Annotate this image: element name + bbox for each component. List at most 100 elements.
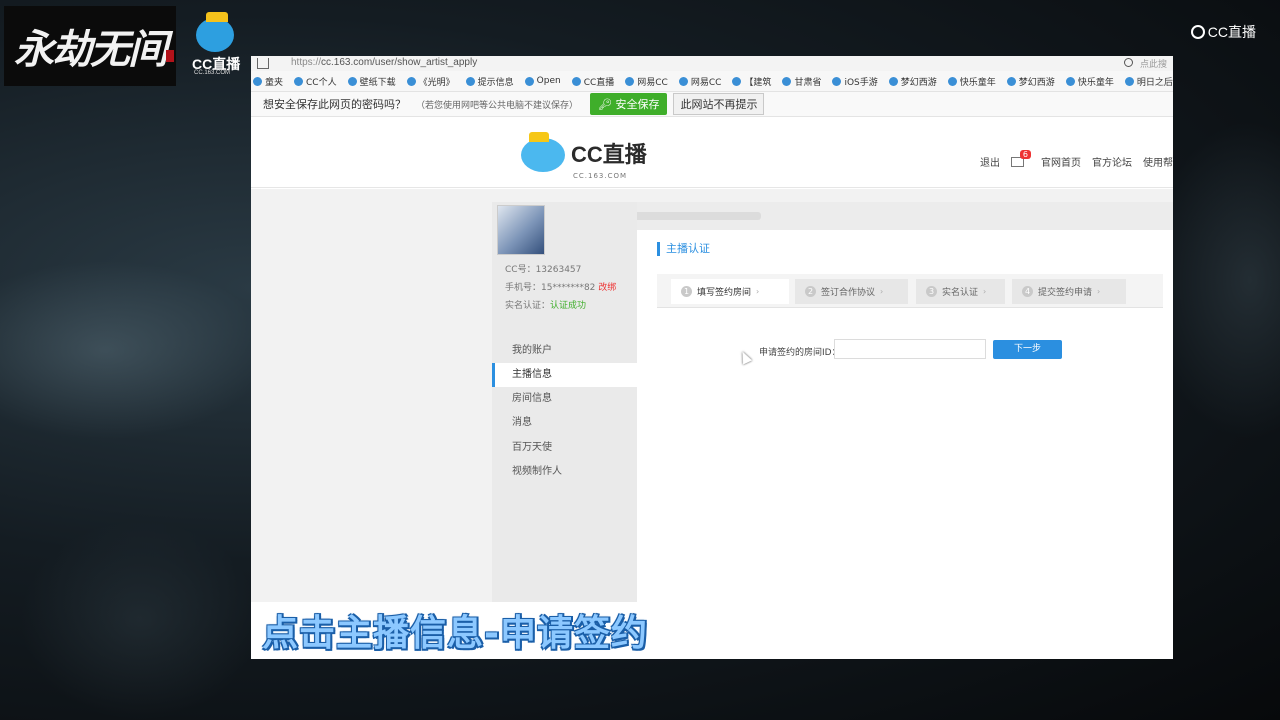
password-save-bar: 想安全保存此网页的密码吗？ （若您使用网吧等公共电脑不建议保存） 🔑︎ 安全保存…: [251, 92, 1173, 117]
chevron-right-icon: ›: [880, 287, 884, 296]
step-number: 3: [926, 286, 937, 297]
sidebar-item-video-maker[interactable]: 视频制作人: [492, 460, 637, 484]
cc-mascot-icon: [521, 132, 565, 172]
bookmark-label: 提示信息: [477, 77, 514, 88]
sidebar-item-messages[interactable]: 消息: [492, 411, 637, 435]
progress-steps: 1 填写签约房间 › 2 签订合作协议 › 3 实名认证 › 4 提交签约申请 …: [657, 274, 1163, 308]
step-3: 3 实名认证 ›: [916, 279, 1005, 304]
site-logo-text: CC直播: [571, 142, 647, 167]
bookmark-favicon-icon: [832, 76, 842, 86]
browser-window: https://cc.163.com/user/show_artist_appl…: [251, 56, 1173, 659]
next-step-button[interactable]: 下一步: [993, 340, 1062, 359]
address-bar[interactable]: https://cc.163.com/user/show_artist_appl…: [251, 56, 1173, 71]
bookmark-item[interactable]: 【建筑: [732, 75, 771, 88]
forum-link[interactable]: 官方论坛: [1092, 154, 1132, 169]
bookmark-label: 梦幻西游: [1018, 77, 1055, 88]
bookmark-item[interactable]: 甘肃省: [782, 75, 821, 88]
bookmark-label: 明日之后: [1136, 77, 1173, 88]
bookmarks-bar: 童夹 CC个人 壁纸下载 《光明》 提示信息 Open CC直播 网易CC 网易CC 【建筑 甘肃省…: [251, 71, 1173, 92]
backdrop-glow: [20, 520, 260, 720]
bookmark-favicon-icon: [347, 76, 357, 86]
bookmark-label: 快乐童年: [959, 77, 996, 88]
chevron-right-icon: ›: [1097, 287, 1101, 296]
bookmark-item[interactable]: 梦幻西游: [1006, 75, 1055, 88]
bookmark-label: 壁纸下载: [359, 77, 396, 88]
bookmark-favicon-icon: [253, 76, 262, 86]
sidebar-item-account[interactable]: 我的账户: [492, 339, 637, 363]
step-4: 4 提交签约申请 ›: [1012, 279, 1126, 304]
bookmark-item[interactable]: 壁纸下载: [347, 75, 396, 88]
phone-number: 手机号：15*******82: [505, 283, 596, 293]
bookmark-item[interactable]: 快乐童年: [1065, 75, 1114, 88]
mail-count-badge: 6: [1019, 149, 1031, 159]
cc-mascot-icon: [196, 18, 234, 52]
never-remind-button[interactable]: 此网站不再提示: [673, 93, 765, 115]
step-label: 提交签约申请: [1038, 288, 1093, 298]
bookmark-favicon-icon: [406, 76, 416, 86]
bookmark-item[interactable]: 快乐童年: [947, 75, 996, 88]
logout-link[interactable]: 退出: [980, 154, 1000, 169]
save-password-button[interactable]: 🔑︎ 安全保存: [590, 93, 668, 115]
bookmark-item[interactable]: CC个人: [294, 75, 337, 88]
sidebar-item-room-info[interactable]: 房间信息: [492, 387, 637, 411]
search-icon[interactable]: [1124, 58, 1133, 67]
avatar[interactable]: [497, 205, 545, 255]
bookmark-item[interactable]: 明日之后: [1124, 75, 1173, 88]
bookmark-item[interactable]: iOS手游: [832, 75, 878, 88]
save-password-label: 安全保存: [615, 98, 660, 111]
bookmark-favicon-icon: [947, 76, 957, 86]
bookmark-label: Open: [536, 76, 561, 86]
backdrop-glow: [0, 260, 270, 440]
site-logo-sub: CC.163.COM: [573, 172, 628, 180]
cc-corner-logo: CC直播 CC.163.COM: [190, 12, 242, 76]
bookmark-label: CC直播: [583, 77, 615, 88]
cc-id: CC号：13263457: [505, 265, 582, 275]
home-link[interactable]: 官网首页: [1041, 154, 1081, 169]
watermark-text: CC直播: [1207, 24, 1256, 40]
sidebar-item-angels[interactable]: 百万天使: [492, 436, 637, 460]
crown-icon: [529, 132, 549, 142]
bookmark-label: 甘肃省: [794, 77, 822, 88]
bookmark-favicon-icon: [1065, 76, 1075, 86]
bookmark-label: 【建筑: [744, 77, 772, 88]
step-label: 实名认证: [942, 288, 979, 298]
bookmark-favicon-icon: [782, 76, 792, 86]
site-logo[interactable]: CC直播 CC.163.COM: [521, 132, 647, 180]
home-icon[interactable]: [257, 58, 269, 69]
bookmark-favicon-icon: [678, 76, 688, 86]
step-label: 签订合作协议: [821, 288, 876, 298]
site-nav: 退出 6 官网首页 官方论坛 使用帮: [980, 149, 1173, 169]
bookmark-favicon-icon: [524, 76, 534, 86]
search-hint[interactable]: 点此搜: [1140, 57, 1167, 70]
mail-icon[interactable]: 6: [1011, 149, 1031, 167]
step-1: 1 填写签约房间 ›: [671, 279, 789, 304]
bookmark-item[interactable]: 童夹: [253, 75, 283, 88]
step-2: 2 签订合作协议 ›: [795, 279, 908, 304]
bookmark-label: 梦幻西游: [900, 77, 937, 88]
bookmark-item[interactable]: 网易CC: [625, 75, 668, 88]
bookmark-item[interactable]: 梦幻西游: [888, 75, 937, 88]
bookmark-item[interactable]: CC直播: [571, 75, 615, 88]
cc-corner-sub: CC.163.COM: [194, 70, 231, 76]
phone-edit-link[interactable]: 改绑: [598, 283, 616, 293]
crown-icon: [206, 12, 228, 22]
url-text[interactable]: https://cc.163.com/user/show_artist_appl…: [291, 57, 477, 68]
url-path: cc.163.com/user/show_artist_apply: [321, 57, 478, 68]
site-header: CC直播 CC.163.COM 退出 6 官网首页 官方论坛 使用帮: [251, 118, 1173, 188]
bookmark-item[interactable]: 《光明》: [406, 75, 455, 88]
url-scheme: https://: [291, 57, 322, 68]
room-id-input[interactable]: [834, 339, 986, 359]
sidebar-item-streamer-info[interactable]: 主播信息: [492, 363, 637, 387]
bookmark-favicon-icon: [888, 76, 898, 86]
verify-status: 认证成功: [550, 301, 587, 311]
bookmark-item[interactable]: 提示信息: [465, 75, 514, 88]
bookmark-item[interactable]: Open: [524, 76, 561, 86]
cc-ring-icon: [1190, 25, 1205, 39]
verify-line: 实名认证：认证成功: [505, 298, 586, 311]
help-link[interactable]: 使用帮: [1143, 154, 1173, 169]
bookmark-label: CC个人: [306, 77, 337, 88]
bookmark-item[interactable]: 网易CC: [678, 75, 721, 88]
chevron-right-icon: ›: [756, 287, 760, 296]
chevron-right-icon: ›: [983, 287, 987, 296]
password-question: 想安全保存此网页的密码吗？: [263, 98, 406, 111]
